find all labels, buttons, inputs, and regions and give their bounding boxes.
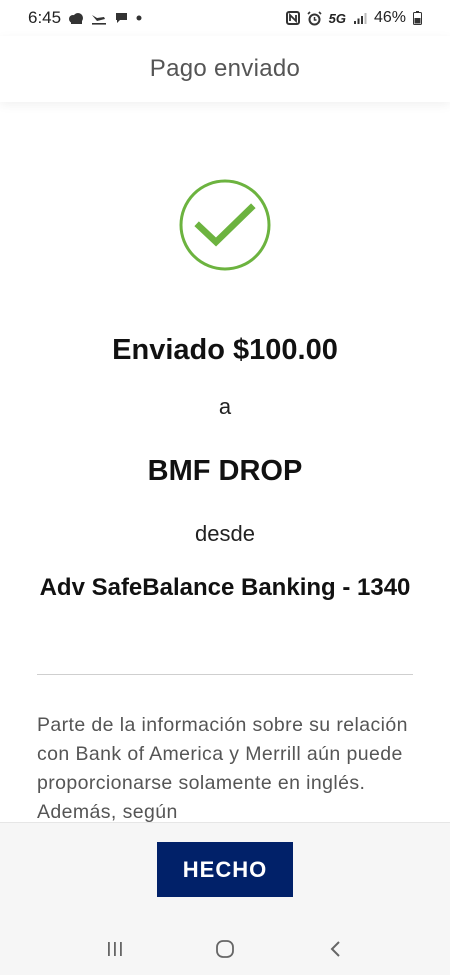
page-title: Pago enviado (149, 55, 301, 82)
done-button[interactable]: HECHO (157, 842, 293, 897)
source-account: Adv SafeBalance Banking - 1340 (39, 574, 411, 601)
footer: HECHO (0, 822, 450, 922)
nfc-icon (285, 11, 300, 25)
alarm-icon (307, 10, 322, 26)
divider (37, 674, 413, 675)
status-right: 5G 46% (285, 9, 422, 27)
back-icon[interactable] (315, 929, 355, 969)
from-label: desde (195, 521, 255, 546)
home-icon[interactable] (205, 929, 245, 969)
success-check-icon (178, 178, 272, 272)
status-left: 6:45 (28, 8, 142, 28)
message-icon (114, 11, 129, 25)
to-label: a (218, 394, 232, 419)
status-time: 6:45 (28, 8, 62, 27)
status-bar: 6:45 5G 46% (0, 0, 450, 36)
language-disclaimer: Parte de la información sobre su relació… (37, 714, 408, 823)
signal-icon (353, 12, 367, 25)
navigation-bar (0, 922, 450, 975)
battery-icon (413, 11, 422, 25)
weather-icon (68, 11, 84, 25)
network-type: 5G (328, 10, 346, 26)
sent-amount: Enviado $100.00 (112, 334, 338, 366)
airplane-landing-icon (91, 11, 107, 25)
dot-icon (136, 15, 142, 21)
recipient-name: BMF DROP (147, 455, 303, 487)
recent-apps-icon[interactable] (95, 929, 135, 969)
app-header: Pago enviado (0, 36, 450, 102)
battery-level: 46% (373, 9, 406, 26)
